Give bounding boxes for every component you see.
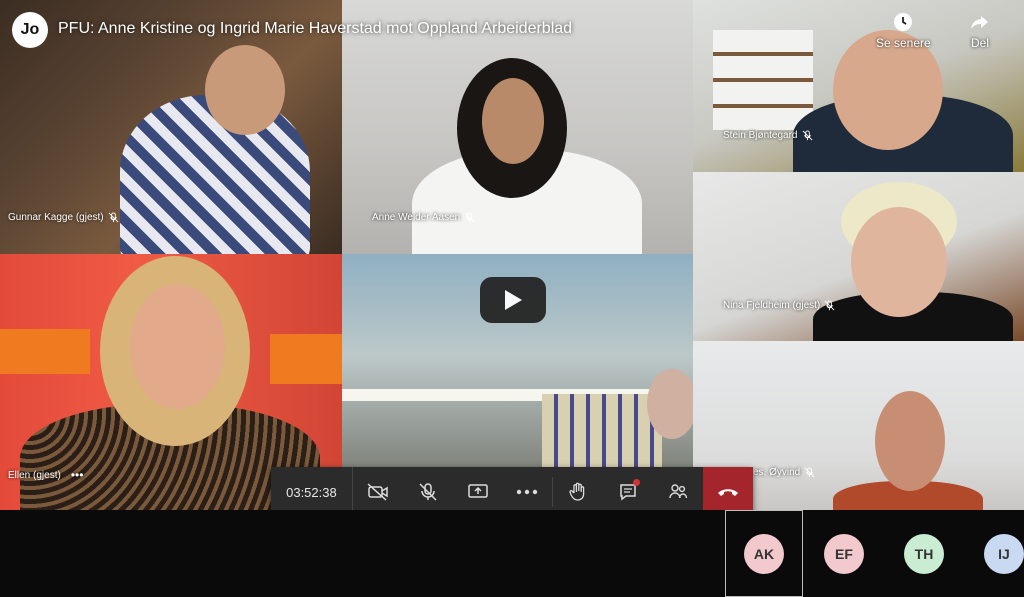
keycap-decoration: [0, 329, 90, 374]
meeting-stage: Gunnar Kagge (gjest) Anne Weider Aasen S…: [0, 0, 1024, 510]
share-label: Del: [970, 36, 989, 50]
participant-name: es, Øyvind: [753, 467, 801, 478]
video-tile-anne: Anne Weider Aasen: [342, 0, 693, 254]
participant-name-tag: Stein Bjøntegard: [723, 130, 813, 141]
participant-name: Anne Weider Aasen: [372, 212, 461, 223]
channel-avatar[interactable]: Jo: [12, 12, 48, 48]
participant-head: [851, 207, 947, 317]
participant-name: Nina Fjeldheim (gjest): [723, 300, 821, 311]
avatar: EF: [824, 533, 864, 574]
bookshelf: [713, 30, 813, 130]
roster-item[interactable]: AK: [725, 510, 803, 597]
roster-item[interactable]: IJ: [965, 510, 1024, 597]
watch-later-label: Se senere: [876, 36, 931, 50]
share-button[interactable]: Del: [970, 12, 990, 50]
avatar: AK: [744, 533, 784, 574]
mic-off-icon: [464, 212, 475, 223]
participant-head: [647, 369, 693, 439]
participant-head: [482, 78, 544, 164]
hang-up-icon: [718, 489, 739, 496]
participant-roster: AK EF TH IJ: [0, 510, 1024, 597]
participant-head: [875, 391, 945, 491]
mic-off-icon: [108, 212, 119, 223]
participant-name-tag: Nina Fjeldheim (gjest): [723, 300, 835, 311]
participant-name: Gunnar Kagge (gjest): [8, 212, 104, 223]
keycap-decoration: [270, 334, 342, 384]
raise-hand-icon: [569, 482, 585, 501]
participant-name: Ellen (gjest): [8, 469, 61, 481]
participants-icon: [669, 484, 688, 499]
camera-off-icon: [367, 483, 388, 501]
participant-head: [205, 45, 285, 135]
more-icon: [517, 489, 538, 495]
play-button[interactable]: [480, 277, 546, 323]
participant-name-tag: Ellen (gjest) •••: [8, 468, 83, 482]
notification-dot: [633, 479, 641, 486]
participant-name-tag: Gunnar Kagge (gjest): [8, 212, 119, 223]
participant-name-tag: es, Øyvind: [753, 467, 815, 478]
mic-off-icon: [824, 300, 835, 311]
mic-off-icon: [804, 467, 815, 478]
participant-head: [130, 284, 225, 409]
mic-off-icon: [802, 130, 812, 141]
roster-item[interactable]: EF: [805, 510, 883, 597]
avatar: IJ: [984, 533, 1024, 574]
video-tile-gunnar: Gunnar Kagge (gjest): [0, 0, 342, 254]
participant-name-tag: Anne Weider Aasen: [372, 212, 475, 223]
video-tile-nina: Nina Fjeldheim (gjest): [693, 172, 1024, 341]
more-horizontal-icon[interactable]: •••: [71, 468, 84, 482]
share-arrow-icon: [971, 16, 988, 29]
shelf-binders: [542, 394, 662, 474]
avatar: TH: [904, 533, 944, 574]
mic-off-icon: [419, 483, 437, 501]
share-screen-icon: [467, 484, 488, 498]
play-icon: [505, 290, 522, 310]
clock-icon: [894, 13, 913, 31]
participant-name: Stein Bjøntegard: [723, 130, 798, 141]
roster-item[interactable]: TH: [885, 510, 963, 597]
video-title[interactable]: PFU: Anne Kristine og Ingrid Marie Haver…: [58, 20, 572, 38]
watch-later-button[interactable]: Se senere: [876, 12, 931, 50]
